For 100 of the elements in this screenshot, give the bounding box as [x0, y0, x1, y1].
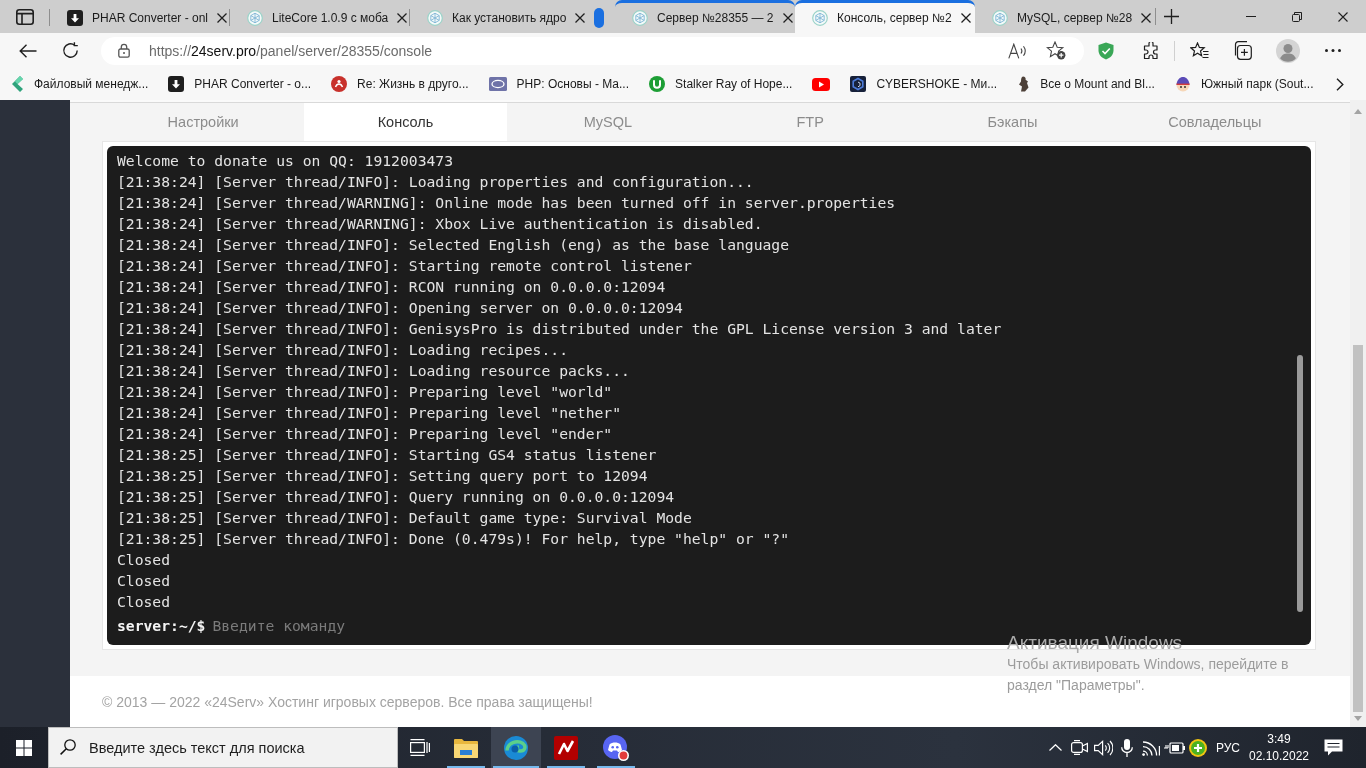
read-aloud-icon[interactable] [1008, 42, 1028, 59]
microphone-icon[interactable] [1121, 738, 1133, 757]
clock-date[interactable]: 02.10.2022 [1248, 747, 1310, 765]
scrollbar-thumb[interactable] [1353, 345, 1363, 712]
plus-circle-icon[interactable] [1189, 738, 1207, 757]
console-line: Closed [117, 550, 172, 570]
console-line: [21:38:24] [Server thread/INFO]: Preparing level "world" [117, 382, 614, 402]
speaker-icon[interactable] [1093, 739, 1113, 756]
close-icon[interactable] [960, 13, 971, 23]
bookmark-link[interactable]: Файловый менедж... [12, 76, 149, 92]
zigzag-logo-icon [554, 735, 578, 760]
console-line: [21:38:24] [Server thread/WARNING]: Online mode has been turned off in server.properties [117, 193, 897, 213]
hexagon-logo-icon [427, 10, 443, 26]
console-line: [21:38:24] [Server thread/INFO]: RCON running on 0.0.0.0:12094 [117, 277, 667, 297]
hexagon-logo-icon [632, 10, 648, 26]
search-field[interactable]: Введите здесь текст для поиска [48, 727, 398, 768]
copyright-text: © 2013 — 2022 «24Serv» Хостинг игровых серверов. Все права защищены! [102, 693, 593, 710]
person-circle-icon [331, 76, 348, 92]
game-chat-logo-icon [603, 734, 629, 761]
shield-check-icon[interactable] [1098, 41, 1114, 60]
console-line: Closed [117, 592, 172, 612]
notification-icon[interactable] [1323, 739, 1343, 756]
console-line: [21:38:24] [Server thread/INFO]: Preparing level "ender" [117, 424, 614, 444]
language-indicator[interactable]: РУС [1212, 727, 1244, 768]
star-plus-icon[interactable] [1046, 41, 1066, 60]
play-logo-icon[interactable] [812, 77, 831, 91]
tab[interactable]: Консоль [304, 103, 507, 141]
hexagon-logo-icon [247, 10, 263, 26]
chevron-logo-icon [12, 76, 24, 92]
clock-time[interactable]: 3:49 [1267, 730, 1291, 748]
console-line: [21:38:24] [Server thread/INFO]: Preparing level "nether" [117, 403, 623, 423]
console-line: Welcome to donate us on QQ: 1912003473 [117, 151, 455, 171]
windows-logo-icon[interactable] [16, 739, 32, 756]
console-line: [21:38:24] [Server thread/INFO]: Starting remote control listener [117, 256, 693, 276]
ellipse-logo-icon [488, 77, 507, 91]
bookmark-link[interactable]: Stalker Ray of Hope... [649, 76, 793, 92]
cartoon-face-icon [1174, 76, 1191, 92]
plus-icon[interactable] [1164, 9, 1179, 24]
battery-icon[interactable] [1164, 741, 1185, 754]
console-line: [21:38:24] [Server thread/INFO]: GenisysPro is distributed under the GPL License version 3 and later [117, 319, 1003, 339]
browser-tab[interactable]: Как установить ядро [410, 0, 590, 33]
camera-icon[interactable] [1070, 740, 1088, 755]
console-line: [21:38:25] [Server thread/INFO]: Done (0.479s)! For help, type "help" or "?" [117, 529, 791, 549]
search-icon [60, 739, 76, 755]
prompt-text: server:~/$ [117, 616, 206, 634]
chevron-up-icon[interactable] [1048, 744, 1062, 751]
console-line: [21:38:24] [Server thread/INFO]: Loading properties and configuration... [117, 172, 755, 192]
more-icon[interactable] [1325, 49, 1341, 52]
browser-tab[interactable]: MySQL, сервер №28 [975, 0, 1155, 33]
lock-icon [118, 43, 130, 58]
browser-tab[interactable]: LiteCore 1.0.9 с моба [230, 0, 410, 33]
download-box-icon [67, 10, 83, 26]
browser-tab[interactable]: Консоль, сервер №2 [795, 0, 975, 33]
hexagon-logo-icon [850, 76, 867, 92]
hexagon-logo-icon [812, 10, 828, 26]
hexagon-logo-icon [992, 10, 1008, 26]
close-icon[interactable] [217, 13, 228, 23]
puzzle-icon[interactable] [1142, 41, 1160, 60]
bookmark-link[interactable]: PHAR Converter - о... [168, 76, 312, 92]
download-box-icon [168, 76, 185, 92]
close-icon[interactable] [1141, 13, 1152, 23]
refresh-icon[interactable] [62, 42, 79, 59]
bookmark-link[interactable]: Re: Жизнь в друго... [331, 76, 469, 92]
figure-icon [1017, 76, 1031, 92]
console-line: [21:38:24] [Server thread/WARNING]: Xbox Live authentication is disabled. [117, 214, 764, 234]
console-line: [21:38:24] [Server thread/INFO]: Loading resource packs... [117, 361, 631, 381]
close-icon[interactable] [782, 13, 793, 23]
console-line: [21:38:25] [Server thread/INFO]: Query running on 0.0.0.0:12094 [117, 487, 676, 507]
tab-group-icon[interactable] [594, 8, 604, 28]
collections-icon[interactable] [1233, 41, 1252, 60]
scrollbar-thumb[interactable] [1297, 355, 1303, 612]
console-line: [21:38:25] [Server thread/INFO]: Starting GS4 status listener [117, 445, 658, 465]
folder-icon [454, 737, 478, 758]
restore-icon[interactable] [1292, 11, 1302, 22]
back-arrow-icon[interactable] [19, 43, 37, 58]
wifi-icon[interactable] [1142, 739, 1160, 756]
avatar-icon[interactable] [1276, 38, 1300, 63]
bookmark-link[interactable]: Южный парк (Sout... [1174, 76, 1314, 92]
command-input[interactable]: Введите команду [212, 616, 1301, 634]
close-icon[interactable] [575, 13, 586, 23]
bookmark-link[interactable]: PHP: Основы - Ма... [488, 77, 630, 91]
close-icon[interactable] [397, 13, 408, 23]
task-view-icon[interactable] [409, 739, 430, 756]
console-line: [21:38:24] [Server thread/INFO]: Loading recipes... [117, 340, 569, 360]
address-field[interactable]: https://24serv.pro/panel/server/28355/console [101, 36, 1084, 65]
swirl-logo-icon [504, 735, 528, 760]
browser-tab[interactable]: PHAR Converter - onl [50, 0, 230, 33]
bookmark-link[interactable]: CYBERSHOKE - Ми... [850, 76, 998, 92]
console-line: Closed [117, 571, 172, 591]
close-icon[interactable] [1338, 11, 1348, 22]
window-panel-icon[interactable] [16, 8, 34, 25]
round-logo-icon [649, 76, 666, 92]
bookmark-link[interactable]: Все о Mount and Bl... [1017, 76, 1155, 92]
console-line: [21:38:24] [Server thread/INFO]: Selected English (eng) as the base language [117, 235, 791, 255]
favorites-icon[interactable] [1190, 42, 1209, 59]
console-line: [21:38:25] [Server thread/INFO]: Default game type: Survival Mode [117, 508, 693, 528]
chevron-right-icon[interactable] [1336, 77, 1344, 91]
console-line: [21:38:24] [Server thread/INFO]: Opening server on 0.0.0.0:12094 [117, 298, 684, 318]
console-line: [21:38:25] [Server thread/INFO]: Setting query port to 12094 [117, 466, 649, 486]
activation-text: Чтобы активировать Windows, перейдите в раздел "Параметры". [1007, 655, 1290, 695]
